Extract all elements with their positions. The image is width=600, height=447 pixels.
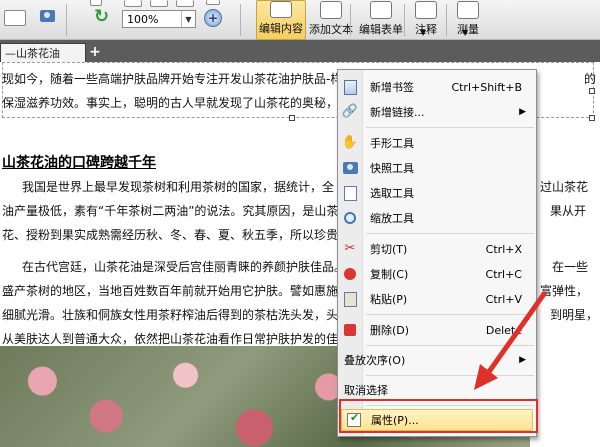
menu-separator bbox=[366, 127, 534, 128]
add-tab-icon[interactable]: + bbox=[88, 45, 102, 59]
edit-form-button[interactable]: 编辑表单 bbox=[356, 0, 406, 40]
text-line: 的 bbox=[584, 72, 597, 86]
page-size-icon[interactable] bbox=[124, 0, 142, 7]
zoom-value: 100% bbox=[127, 12, 159, 26]
text-line: 在古代宫廷，山茶花油是深受后宫佳丽青睐的养颜护肤佳品。 bbox=[22, 260, 347, 274]
toolbar-divider bbox=[240, 4, 241, 36]
text-line: 现如今，随着一些高端护肤品牌开始专注开发山茶花油护肤品-样 bbox=[2, 72, 343, 86]
zoom-in-icon-top[interactable] bbox=[206, 0, 220, 5]
text-line: 过山茶花 bbox=[540, 180, 589, 194]
annotate-dropdown[interactable]: ▼ bbox=[420, 28, 426, 40]
menu-item-add-bookmark[interactable]: 新增书签 Ctrl+Shift+B bbox=[338, 76, 536, 98]
menu-item-copy[interactable]: 复制(C) Ctrl+C bbox=[338, 263, 536, 285]
edit-content-button[interactable]: 编辑内容 bbox=[256, 0, 306, 40]
bookmark-icon bbox=[342, 79, 358, 95]
camera-icon[interactable] bbox=[40, 10, 55, 22]
delete-icon bbox=[342, 322, 358, 338]
page-size-icon-3[interactable] bbox=[176, 0, 194, 7]
menu-item-select-tool[interactable]: 选取工具 bbox=[338, 182, 536, 204]
link-icon: 🔗 bbox=[341, 104, 359, 119]
text-line: 到明星， bbox=[550, 308, 599, 322]
text-line: 从美肤达人到普通大众，依然把山茶花油看作日常护肤护发的佳品 bbox=[2, 332, 351, 346]
page-size-icon-2[interactable] bbox=[150, 0, 168, 7]
add-text-icon bbox=[320, 1, 342, 19]
add-text-label: 添加文本 bbox=[309, 23, 353, 36]
add-text-button[interactable]: 添加文本 bbox=[306, 0, 356, 40]
text-line: 我国是世界上最早发现茶树和利用茶树的国家，据统计，全 bbox=[22, 180, 335, 194]
menu-item-zoom-tool[interactable]: 缩放工具 bbox=[338, 207, 536, 229]
toolbar-divider bbox=[66, 4, 67, 36]
copy-icon bbox=[342, 266, 358, 282]
edit-content-label: 编辑内容 bbox=[259, 22, 303, 35]
text-line: 果从开 bbox=[550, 204, 587, 218]
toolbar: ↻ 100% ▼ + 编辑内容 添加文本 编辑表单 注释 ▼ 测量 ▼ bbox=[0, 0, 600, 40]
resize-handle[interactable] bbox=[289, 115, 295, 121]
edit-content-icon bbox=[270, 1, 292, 18]
annotate-icon bbox=[415, 1, 437, 19]
measure-dropdown[interactable]: ▼ bbox=[462, 28, 468, 40]
toolbar-divider bbox=[350, 4, 351, 36]
tab-label: —山茶花油 bbox=[5, 47, 60, 60]
camera-icon bbox=[342, 160, 358, 176]
tab-bar: —山茶花油 + bbox=[0, 40, 600, 62]
measure-icon bbox=[457, 1, 479, 19]
resize-handle[interactable] bbox=[589, 115, 595, 121]
resize-handle[interactable] bbox=[589, 88, 595, 94]
toolbar-divider bbox=[404, 4, 405, 36]
text-line: 盛产茶树的地区，当地百姓数百年前就开始用它护肤。譬如惠施土 bbox=[2, 284, 351, 298]
menu-item-cut[interactable]: ✂ 剪切(T) Ctrl+X bbox=[338, 238, 536, 260]
text-line: 油产量极低，素有“千年茶树二两油”的说法。究其原因，是山茶 bbox=[2, 204, 339, 218]
scissors-icon: ✂ bbox=[344, 241, 356, 256]
text-line: 细腻光滑。壮族和侗族女性用茶籽榨油后得到的茶枯洗头发，头发 bbox=[2, 308, 351, 322]
annotation-highlight-box bbox=[339, 399, 538, 433]
text-line: 在一些 bbox=[552, 260, 589, 274]
rotate-icon[interactable]: ↻ bbox=[94, 8, 109, 26]
edit-form-label: 编辑表单 bbox=[359, 23, 403, 36]
hand-icon: ✋ bbox=[341, 135, 359, 150]
toolbar-divider bbox=[446, 4, 447, 36]
section-heading: 山茶花油的口碑跨越千年 bbox=[2, 155, 156, 171]
text-line: 花、授粉到果实成熟需经历秋、冬、春、夏、秋五季，所以珍贵 bbox=[2, 228, 339, 242]
text-line: 保湿滋养功效。事实上，聪明的古人早就发现了山茶花的奥秘， bbox=[2, 96, 339, 110]
tab-document[interactable]: —山茶花油 bbox=[0, 43, 86, 62]
menu-separator bbox=[366, 233, 534, 234]
menu-item-add-link[interactable]: 🔗 新增链接... ▶ bbox=[338, 101, 536, 123]
edit-form-icon bbox=[370, 1, 392, 19]
chevron-down-icon[interactable]: ▼ bbox=[181, 11, 195, 27]
paste-icon bbox=[342, 291, 358, 307]
submenu-arrow-icon: ▶ bbox=[519, 107, 526, 117]
annotation-arrow bbox=[474, 291, 547, 390]
zoom-in-icon[interactable]: + bbox=[204, 9, 222, 27]
tool-icon-1[interactable] bbox=[4, 10, 26, 26]
menu-item-snapshot-tool[interactable]: 快照工具 bbox=[338, 157, 536, 179]
select-icon bbox=[342, 185, 358, 201]
zoom-select[interactable]: 100% ▼ bbox=[122, 10, 196, 28]
menu-item-hand-tool[interactable]: ✋ 手形工具 bbox=[338, 132, 536, 154]
zoom-icon bbox=[342, 210, 358, 226]
